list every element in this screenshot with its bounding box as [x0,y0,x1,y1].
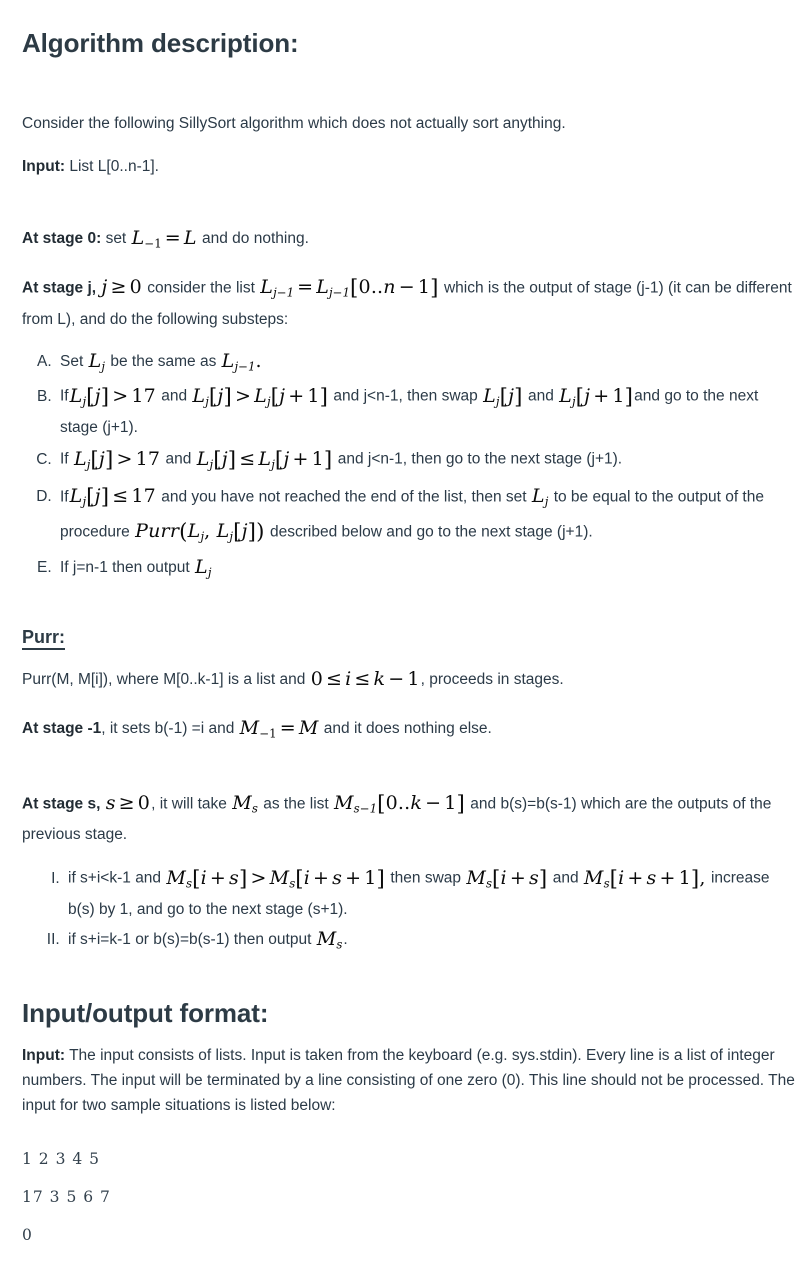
substep-d-text-1: If [60,487,69,505]
math-m-minus-1-eq-m: M−1 = M [239,717,319,741]
purr-stage-minus-one-text-2: and it does nothing else. [323,720,492,738]
math-stage-zero: L−1 = L [131,227,197,251]
list-item: Set Lj be the same as Lj−1. [56,346,795,378]
substep-b-text-4: and [527,387,554,405]
math-lj-minus-1: Lj−1. [221,349,262,374]
math-lj-j-le-17: Lj[j] ≤17 [69,484,156,510]
math-lj-j: Lj[j] [483,384,523,410]
list-item: IfLj[j]≤17 and you have not reached the … [56,480,795,551]
math-0-le-i-le-k-1: 0 ≤ i ≤ k −1 [310,668,420,691]
stage-j-paragraph: At stage j, j ≥0 consider the list Lj−1 = L… [22,272,795,332]
purr-stage-s-paragraph: At stage s, s ≥0, it will take Ms as the … [22,788,795,848]
list-item: If j=n-1 then output Lj [56,552,795,584]
purr-step-2-text-1: if s+i=k-1 or b(s)=b(s-1) then output [68,931,312,949]
math-lj-j-plus-1: Lj[j +1] [559,384,634,410]
substep-d-text-2: and you have not reached the end of the … [161,487,527,505]
purr-heading: Purr: [22,626,66,651]
math-lj-j-gt-17: Lj[j] >17 [73,447,161,473]
math-lj: Lj [88,349,106,374]
math-stage-j-list: Lj−1 = Lj−1[0..n −1] [260,276,439,302]
math-lj: Lj [531,484,549,509]
math-s-ge-0: s ≥0 [105,792,151,815]
math-ms-i-s-gt-ms-i-s-1: Ms[i + s] > Ms[i + s +1] [166,866,386,892]
page-title: Algorithm description: [22,28,299,58]
stage-j-text-before: consider the list [147,279,255,297]
sample-input-line-2: 17 3 5 6 7 [22,1188,111,1207]
substep-b-text-1: If [60,387,69,405]
purr-stage-minus-one-label: At stage -1 [22,720,102,738]
io-input-paragraph: Input: The input consists of lists. Inpu… [22,1043,795,1118]
math-ms: Ms [316,928,343,952]
substep-c-text-3: and j<n-1, then go to the next stage (j+… [337,450,623,468]
math-lj: Lj [195,556,212,580]
sample-input-line-1: 1 2 3 4 5 [22,1150,101,1169]
purr-stage-s-text-2: as the list [263,795,329,813]
substeps-list: Set Lj be the same as Lj−1. IfLj[j]>17 a… [22,346,795,584]
purr-step-1-text-2: then swap [390,869,462,887]
purr-steps-list: if s+i<k-1 and Ms[i+s]>Ms[i+s+1] then sw… [22,861,795,956]
io-input-text: The input consists of lists. Input is ta… [22,1047,795,1115]
substep-c-text-2: and [165,450,192,468]
purr-stage-s-text-1: , it will take [151,795,227,813]
purr-stage-minus-one-text-1: , it sets b(-1) =i and [101,720,235,738]
purr-intro-paragraph: Purr(M, M[i]), where M[0..k-1] is a list… [22,664,795,695]
stage-zero-text-before: set [105,230,127,248]
input-definition-paragraph: Input: List L[0..n-1]. [22,154,795,179]
intro-paragraph: Consider the following SillySort algorit… [22,115,566,133]
list-item: If Lj[j]>17 and Lj[j]≤Lj[j+1] and j<n-1,… [56,442,795,477]
math-stage-j-condition: j ≥0 [101,276,142,299]
substep-a-text-1: Set [60,352,84,370]
stage-zero-text-after: and do nothing. [202,230,309,248]
substep-c-text-1: If [60,450,69,468]
math-ms: Ms [232,792,258,816]
stage-j-label: At stage j, [22,279,97,297]
math-lj-j-gt-17: Lj[j] >17 [69,384,156,410]
substep-b-text-3: and j<n-1, then swap [333,387,478,405]
io-format-title: Input/output format: [22,997,269,1028]
purr-step-2-text-2: . [343,931,348,949]
substep-a-text-2: be the same as [110,352,217,370]
substep-e-text-1: If j=n-1 then output [60,559,190,577]
stage-zero-paragraph: At stage 0: set L−1 = L and do nothing. [22,223,795,254]
purr-intro-text-1: Purr(M, M[i]), where M[0..k-1] is a list… [22,671,306,689]
substep-d-text-4: described below and go to the next stage… [269,523,593,541]
purr-step-1-text-1: if s+i<k-1 and [68,869,162,887]
purr-step-1-text-3: and [552,869,579,887]
math-purr-call: Purr(Lj, Lj[j]) [135,519,265,545]
list-item: IfLj[j]>17 and Lj[j]>Lj[j+1] and j<n-1, … [56,379,795,440]
math-lj-j-le-lj-j1: Lj[j] ≤ Lj[j +1] [196,447,333,473]
input-value: List L[0..n-1]. [69,158,159,176]
stage-zero-label: At stage 0: [22,230,102,248]
input-label: Input: [22,158,66,176]
purr-stage-s-label: At stage s, [22,795,101,813]
list-item: if s+i=k-1 or b(s)=b(s-1) then output Ms… [64,924,795,956]
substep-b-text-2: and [161,387,188,405]
list-item: if s+i<k-1 and Ms[i+s]>Ms[i+s+1] then sw… [64,861,795,922]
math-ms-minus-1-range: Ms−1[0..k −1] [334,791,465,817]
purr-intro-text-2: , proceeds in stages. [420,671,564,689]
math-ms-i-s-1: Ms[i + s +1], [583,866,706,892]
math-ms-i-s: Ms[i + s] [466,866,548,892]
purr-stage-minus-one-paragraph: At stage -1, it sets b(-1) =i and M−1 = M … [22,713,795,744]
sample-input-line-3: 0 [22,1226,33,1245]
io-input-label: Input: [22,1047,66,1065]
math-lj-j-gt-lj-j1: Lj[j] > Lj[j +1] [192,384,329,410]
document-page: Algorithm description: Consider the foll… [0,0,807,1274]
